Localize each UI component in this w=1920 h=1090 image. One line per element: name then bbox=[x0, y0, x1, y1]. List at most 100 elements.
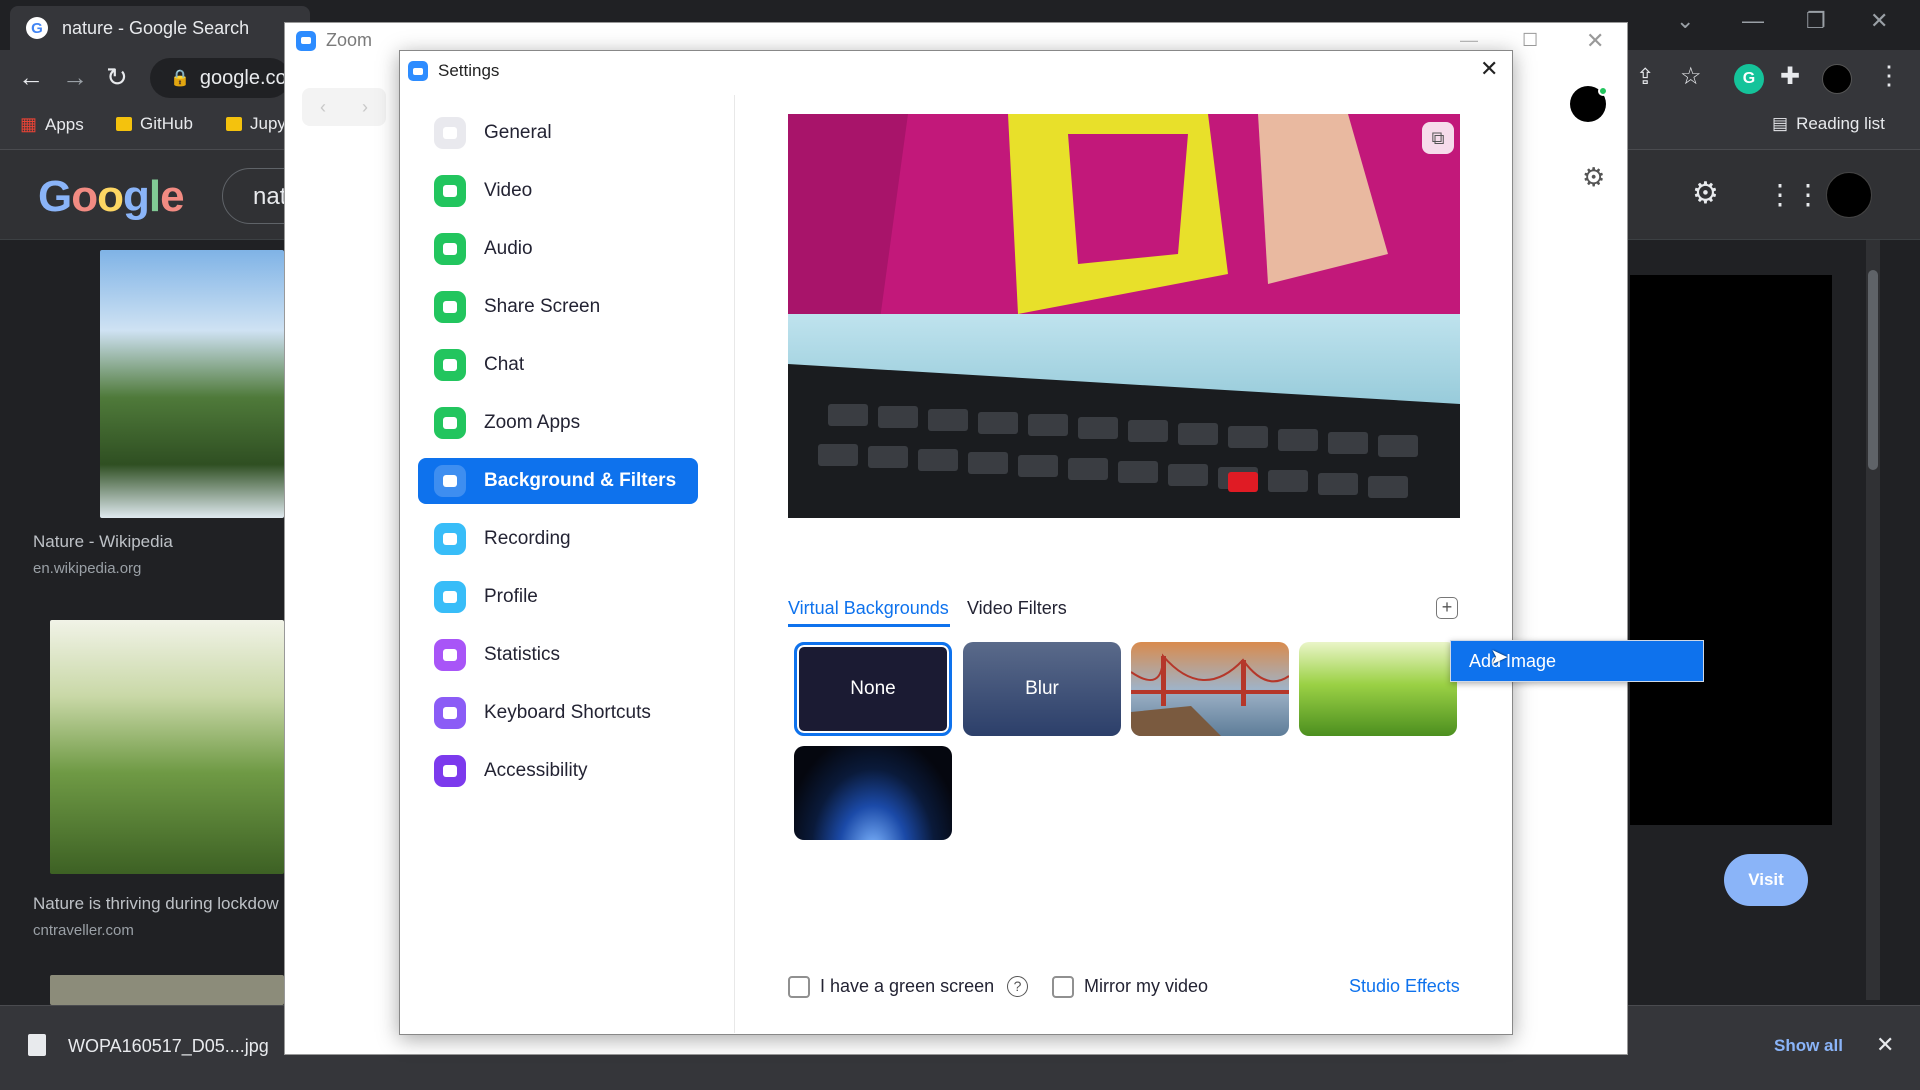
sidebar-item-general[interactable]: General bbox=[418, 110, 698, 156]
sidebar-item-label: Video bbox=[484, 180, 533, 201]
minimize-icon[interactable]: — bbox=[1460, 30, 1478, 51]
sidebar-item-accessibility[interactable]: Accessibility bbox=[418, 748, 698, 794]
sidebar-item-audio[interactable]: Audio bbox=[418, 226, 698, 272]
apps-grid-icon: ▦ bbox=[20, 114, 38, 134]
sidebar-item-label: Background & Filters bbox=[484, 470, 677, 491]
zoom-avatar[interactable] bbox=[1570, 86, 1608, 122]
sidebar-item-profile[interactable]: Profile bbox=[418, 574, 698, 620]
restore-icon[interactable]: ❐ bbox=[1806, 8, 1826, 34]
extensions-puzzle-icon[interactable]: ✚ bbox=[1780, 62, 1800, 91]
sidebar-item-statistics[interactable]: Statistics bbox=[418, 632, 698, 678]
result-title[interactable]: Nature is thriving during lockdow bbox=[33, 894, 284, 914]
mirror-video-checkbox[interactable] bbox=[1052, 976, 1074, 998]
visit-button[interactable]: Visit bbox=[1724, 854, 1808, 906]
result-image-forest[interactable] bbox=[50, 620, 284, 874]
folder-icon bbox=[226, 117, 242, 131]
result-source: en.wikipedia.org bbox=[33, 560, 142, 577]
sidebar-item-label: Profile bbox=[484, 586, 538, 607]
show-all-link[interactable]: Show all bbox=[1774, 1036, 1843, 1056]
background-filters-icon bbox=[434, 465, 466, 497]
golden-gate-image bbox=[1131, 642, 1289, 736]
studio-effects-link[interactable]: Studio Effects bbox=[1349, 976, 1460, 997]
accessibility-icon bbox=[434, 755, 466, 787]
tab-video-filters[interactable]: Video Filters bbox=[967, 598, 1067, 619]
statistics-icon bbox=[434, 639, 466, 671]
active-tab-underline bbox=[788, 624, 950, 627]
bookmark-apps[interactable]: ▦ Apps bbox=[20, 114, 84, 135]
google-doodle-logo[interactable]: Google bbox=[38, 172, 185, 222]
sidebar-item-zoom-apps[interactable]: Zoom Apps bbox=[418, 400, 698, 446]
zoom-logo-icon bbox=[296, 30, 316, 51]
background-grass[interactable] bbox=[1299, 642, 1457, 736]
green-screen-checkbox[interactable] bbox=[788, 976, 810, 998]
mirror-video-label: Mirror my video bbox=[1084, 976, 1209, 996]
profile-icon bbox=[434, 581, 466, 613]
sidebar-item-video[interactable]: Video bbox=[418, 168, 698, 214]
gear-icon[interactable]: ⚙ bbox=[1692, 176, 1719, 211]
settings-title-bar: Settings bbox=[408, 58, 499, 84]
sidebar-item-chat[interactable]: Chat bbox=[418, 342, 698, 388]
background-none[interactable]: None bbox=[794, 642, 952, 736]
zoom-nav-arrows[interactable]: ‹ › bbox=[302, 88, 386, 126]
camera-feed bbox=[788, 114, 1460, 518]
mouse-cursor-icon: ➤ bbox=[1490, 644, 1509, 669]
profile-avatar-icon[interactable] bbox=[1822, 64, 1852, 94]
expand-preview-icon[interactable]: ⧉ bbox=[1422, 122, 1454, 154]
sidebar-item-recording[interactable]: Recording bbox=[418, 516, 698, 562]
minimize-icon[interactable]: — bbox=[1742, 8, 1764, 34]
download-filename[interactable]: WOPA160517_D05....jpg bbox=[68, 1036, 269, 1057]
share-screen-icon bbox=[434, 291, 466, 323]
result-image[interactable] bbox=[50, 975, 284, 1005]
star-icon[interactable]: ☆ bbox=[1680, 62, 1702, 91]
back-arrow-icon[interactable]: ← bbox=[18, 62, 44, 93]
sidebar-item-keyboard-shortcuts[interactable]: Keyboard Shortcuts bbox=[418, 690, 698, 736]
close-icon[interactable]: ✕ bbox=[1586, 28, 1604, 54]
google-apps-icon[interactable]: ⋮⋮ bbox=[1766, 178, 1822, 211]
help-icon[interactable]: ? bbox=[1007, 976, 1028, 997]
tab-virtual-backgrounds[interactable]: Virtual Backgrounds bbox=[788, 598, 949, 619]
grammarly-extension-icon[interactable]: G bbox=[1734, 64, 1764, 94]
maximize-icon[interactable]: ☐ bbox=[1522, 30, 1538, 51]
sidebar-item-label: Statistics bbox=[484, 644, 561, 665]
file-icon bbox=[28, 1034, 46, 1056]
close-icon[interactable]: ✕ bbox=[1870, 8, 1888, 34]
sidebar-item-share-screen[interactable]: Share Screen bbox=[418, 284, 698, 330]
account-avatar[interactable] bbox=[1826, 172, 1872, 218]
background-earth[interactable] bbox=[794, 746, 952, 840]
sidebar-item-label: Zoom Apps bbox=[484, 412, 581, 433]
reload-icon[interactable]: ↻ bbox=[106, 62, 128, 93]
forward-arrow-icon[interactable]: → bbox=[62, 62, 88, 93]
address-bar[interactable]: 🔒 google.co bbox=[150, 58, 290, 98]
result-title[interactable]: Nature - Wikipedia bbox=[33, 532, 173, 552]
sidebar-item-label: General bbox=[484, 122, 552, 143]
context-menu-add-image[interactable]: Add Image bbox=[1450, 640, 1704, 682]
chevron-right-icon[interactable]: › bbox=[362, 97, 368, 118]
background-golden-gate[interactable] bbox=[1131, 642, 1289, 736]
bookmark-github[interactable]: GitHub bbox=[116, 114, 193, 134]
browser-tab[interactable]: G nature - Google Search bbox=[10, 6, 310, 50]
folder-icon bbox=[116, 117, 132, 131]
sidebar-item-label: Accessibility bbox=[484, 760, 588, 781]
sidebar-item-label: Share Screen bbox=[484, 296, 601, 317]
share-icon[interactable]: ⇪ bbox=[1636, 64, 1654, 90]
result-image-waterfall[interactable] bbox=[100, 250, 284, 518]
background-blur[interactable]: Blur bbox=[963, 642, 1121, 736]
reading-list[interactable]: ▤ Reading list bbox=[1772, 114, 1885, 134]
page-scrollbar[interactable] bbox=[1866, 240, 1880, 1000]
zoom-window-title: Zoom bbox=[296, 30, 372, 51]
chevron-down-icon[interactable]: ⌄ bbox=[1676, 8, 1694, 34]
audio-icon bbox=[434, 233, 466, 265]
gear-icon[interactable]: ⚙ bbox=[1582, 162, 1605, 193]
sidebar-item-label: Recording bbox=[484, 528, 571, 549]
recording-icon bbox=[434, 523, 466, 555]
close-icon[interactable]: ✕ bbox=[1480, 56, 1498, 82]
bookmark-jupyter[interactable]: Jupy bbox=[226, 114, 286, 134]
sidebar-divider bbox=[734, 95, 735, 1033]
chrome-menu-icon[interactable]: ⋮ bbox=[1876, 60, 1902, 91]
chevron-left-icon[interactable]: ‹ bbox=[320, 97, 326, 118]
sidebar-item-background-filters[interactable]: Background & Filters bbox=[418, 458, 698, 504]
close-icon[interactable]: ✕ bbox=[1876, 1032, 1894, 1058]
add-background-icon[interactable]: + bbox=[1436, 597, 1458, 619]
result-source: cntraveller.com bbox=[33, 922, 134, 939]
tab-title: nature - Google Search bbox=[62, 17, 250, 38]
